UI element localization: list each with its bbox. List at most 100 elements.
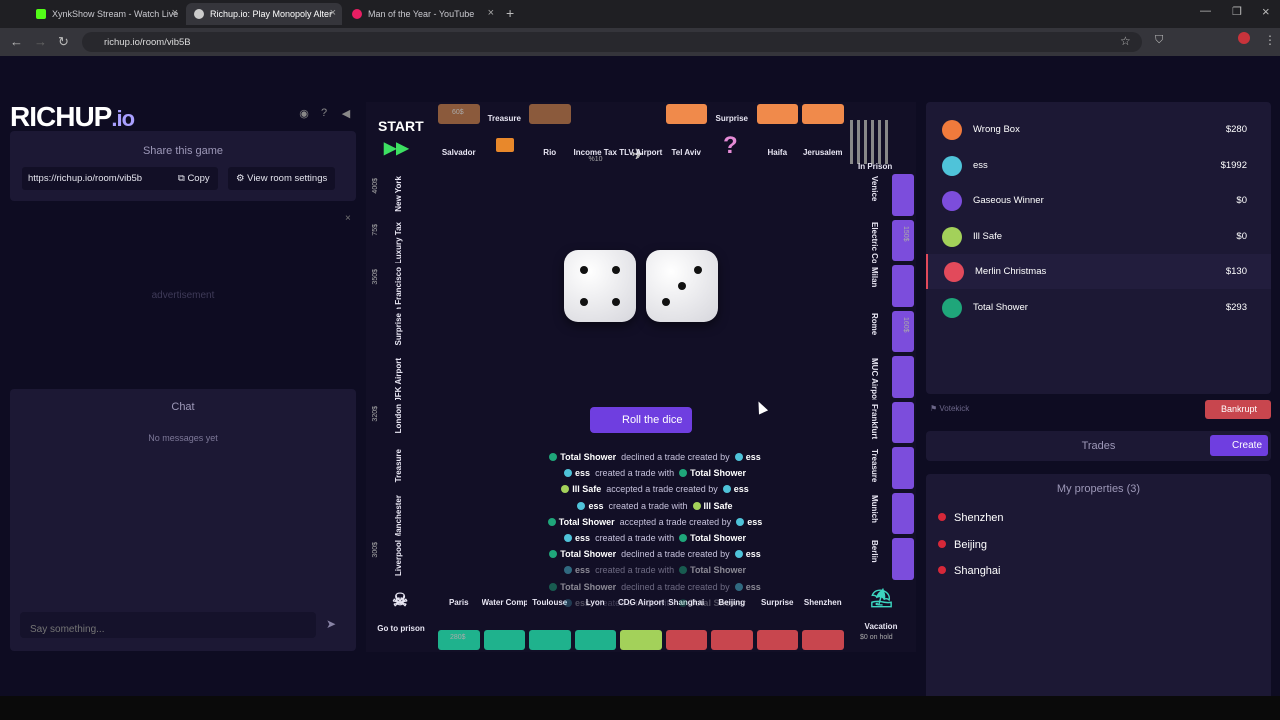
player-dot-icon (547, 517, 556, 526)
tile-top[interactable]: Salvador 60$ (436, 102, 482, 172)
log-target: Ill Safe (703, 500, 733, 511)
votekick-button[interactable]: ⚑ Votekick (930, 404, 969, 413)
url-field[interactable]: richup.io/room/vib5B (82, 32, 1142, 52)
vacation-icon: ⛱ (870, 588, 893, 608)
tile-right[interactable]: Rome 160$ (846, 309, 916, 355)
players-panel: Wrong Box $280 ess $1992 Gaseous Winner $0 Ill… (926, 102, 1271, 394)
richup-logo: RICHUP.io (10, 101, 135, 132)
tile-color-band (892, 265, 914, 307)
reload-icon[interactable]: ↻ (58, 34, 69, 50)
tile-name: START (378, 118, 424, 134)
player-row[interactable]: ess $1992 (926, 148, 1271, 183)
tile-left[interactable]: London 320$ (366, 400, 436, 446)
minimize-icon[interactable]: — (1200, 5, 1211, 17)
tile-name: New York (394, 176, 403, 212)
close-icon[interactable]: × (345, 213, 351, 224)
tile-name: Go to prison (377, 624, 425, 633)
player-row[interactable]: Merlin Christmas $130 (926, 254, 1271, 289)
share-link-field[interactable]: https://richup.io/room/vib5b (22, 167, 176, 190)
close-tab-icon[interactable]: × (330, 7, 336, 19)
page-viewport: RICHUP.io ◉ ? ◀ Share this game https://… (0, 56, 1280, 706)
player-dot-icon (564, 469, 573, 478)
player-row[interactable]: Ill Safe $0 (926, 219, 1271, 254)
tab-xynkshow[interactable]: XynkShow Stream - Watch Live × (28, 3, 184, 25)
close-tab-icon[interactable]: × (488, 7, 494, 19)
tile-left[interactable]: Manchester (366, 491, 436, 537)
tile-name: Haifa (767, 148, 788, 157)
roll-dice-button[interactable]: Roll the dice (590, 407, 692, 433)
tile-bottom[interactable]: Shenzhen (800, 582, 846, 652)
tile-top[interactable]: Jerusalem (800, 102, 846, 172)
property-item[interactable]: Shanghai (938, 565, 1001, 577)
close-tab-icon[interactable]: × (172, 7, 178, 19)
tile-name: Treasure (870, 449, 879, 483)
tile-name: Treasure (394, 449, 403, 483)
tile-bottom[interactable]: ☠ Go to prison (366, 582, 436, 652)
back-icon[interactable]: ← (10, 34, 23, 49)
help-icon[interactable]: ? (318, 107, 330, 119)
tile-bottom[interactable]: Paris 280$ (436, 582, 482, 652)
tile-left[interactable]: Surprise (366, 309, 436, 355)
tile-color-band (665, 630, 707, 650)
volume-icon[interactable]: ◀ (340, 107, 352, 120)
tile-right[interactable]: MUC Airport (846, 354, 916, 400)
tile-left[interactable]: Treasure (366, 445, 436, 491)
copy-button[interactable]: ⧉ Copy (170, 167, 218, 190)
property-item[interactable]: Shenzhen (938, 512, 1004, 524)
tile-right[interactable]: Berlin (846, 536, 916, 582)
player-row[interactable]: Gaseous Winner $0 (926, 183, 1271, 218)
tile-top[interactable]: Income Tax %10 (573, 102, 619, 172)
question-mark-icon: ? (723, 132, 738, 159)
player-row[interactable]: Wrong Box $280 (926, 112, 1271, 147)
property-name: Beijing (954, 538, 988, 551)
tile-right[interactable]: Munich (846, 491, 916, 537)
shield-icon[interactable]: ⛉ (1155, 34, 1163, 47)
tile-price: 280$ (450, 634, 466, 641)
create-trade-button[interactable]: Create (1210, 435, 1268, 456)
bankrupt-button[interactable]: Bankrupt (1205, 400, 1271, 419)
tile-top[interactable]: ✈ TLV Airport (618, 102, 664, 172)
player-row[interactable]: Total Shower $293 (926, 290, 1271, 325)
log-actor: ess (575, 468, 591, 479)
log-target: Total Shower (690, 532, 746, 543)
discord-icon[interactable]: ◉ (298, 107, 310, 120)
tile-color-band (802, 104, 844, 124)
tile-right[interactable]: Milan (846, 263, 916, 309)
bookmark-star-icon[interactable]: ☆ (1120, 34, 1131, 48)
tile-top[interactable]: ? Surprise (709, 102, 755, 172)
tile-left[interactable]: JFK Airport (366, 354, 436, 400)
forward-icon[interactable]: → (34, 34, 47, 49)
tile-bottom[interactable]: ⛱ Vacation $0 on hold (846, 582, 916, 652)
profile-avatar[interactable] (1238, 32, 1250, 44)
close-window-icon[interactable]: × (1262, 4, 1270, 19)
view-room-settings-button[interactable]: ⚙ View room settings (228, 167, 336, 190)
restore-icon[interactable]: ❐ (1232, 5, 1242, 18)
richup-favicon-icon (194, 9, 204, 19)
chat-input[interactable] (20, 612, 316, 638)
tile-top[interactable]: In Prison (846, 102, 916, 172)
tile-right[interactable]: Frankfurt (846, 400, 916, 446)
tile-left[interactable]: Luxury Tax 75$ (366, 218, 436, 264)
tile-top[interactable]: START ▶▶ (366, 102, 436, 172)
tile-top[interactable]: Haifa (755, 102, 801, 172)
player-money: $1992 (1220, 159, 1247, 171)
tile-top[interactable]: Tel Aviv (664, 102, 710, 172)
properties-title: My properties (3) (1056, 483, 1141, 495)
tile-top[interactable]: Rio (527, 102, 573, 172)
tile-right[interactable]: Venice (846, 172, 916, 218)
tile-color-band (892, 447, 914, 489)
tab-richup[interactable]: Richup.io: Play Monopoly Alter × (186, 3, 342, 25)
tab-youtube[interactable]: Man of the Year - YouTube × (344, 3, 500, 25)
tab-title: Richup.io: Play Monopoly Alter (210, 9, 333, 19)
tile-left[interactable]: New York 400$ (366, 172, 436, 218)
tile-top[interactable]: Treasure (482, 102, 528, 172)
tile-left[interactable]: San Francisco 350$ (366, 263, 436, 309)
prison-bars-icon (850, 120, 890, 164)
property-item[interactable]: Beijing (938, 539, 987, 551)
send-icon[interactable]: ➤ (326, 617, 336, 631)
tile-right[interactable]: Electric Company 150$ (846, 218, 916, 263)
menu-kebab-icon[interactable]: ⋮ (1264, 33, 1276, 47)
tile-right[interactable]: Treasure (846, 445, 916, 491)
new-tab-icon[interactable]: + (506, 5, 514, 21)
tile-left[interactable]: Liverpool 300$ (366, 536, 436, 582)
